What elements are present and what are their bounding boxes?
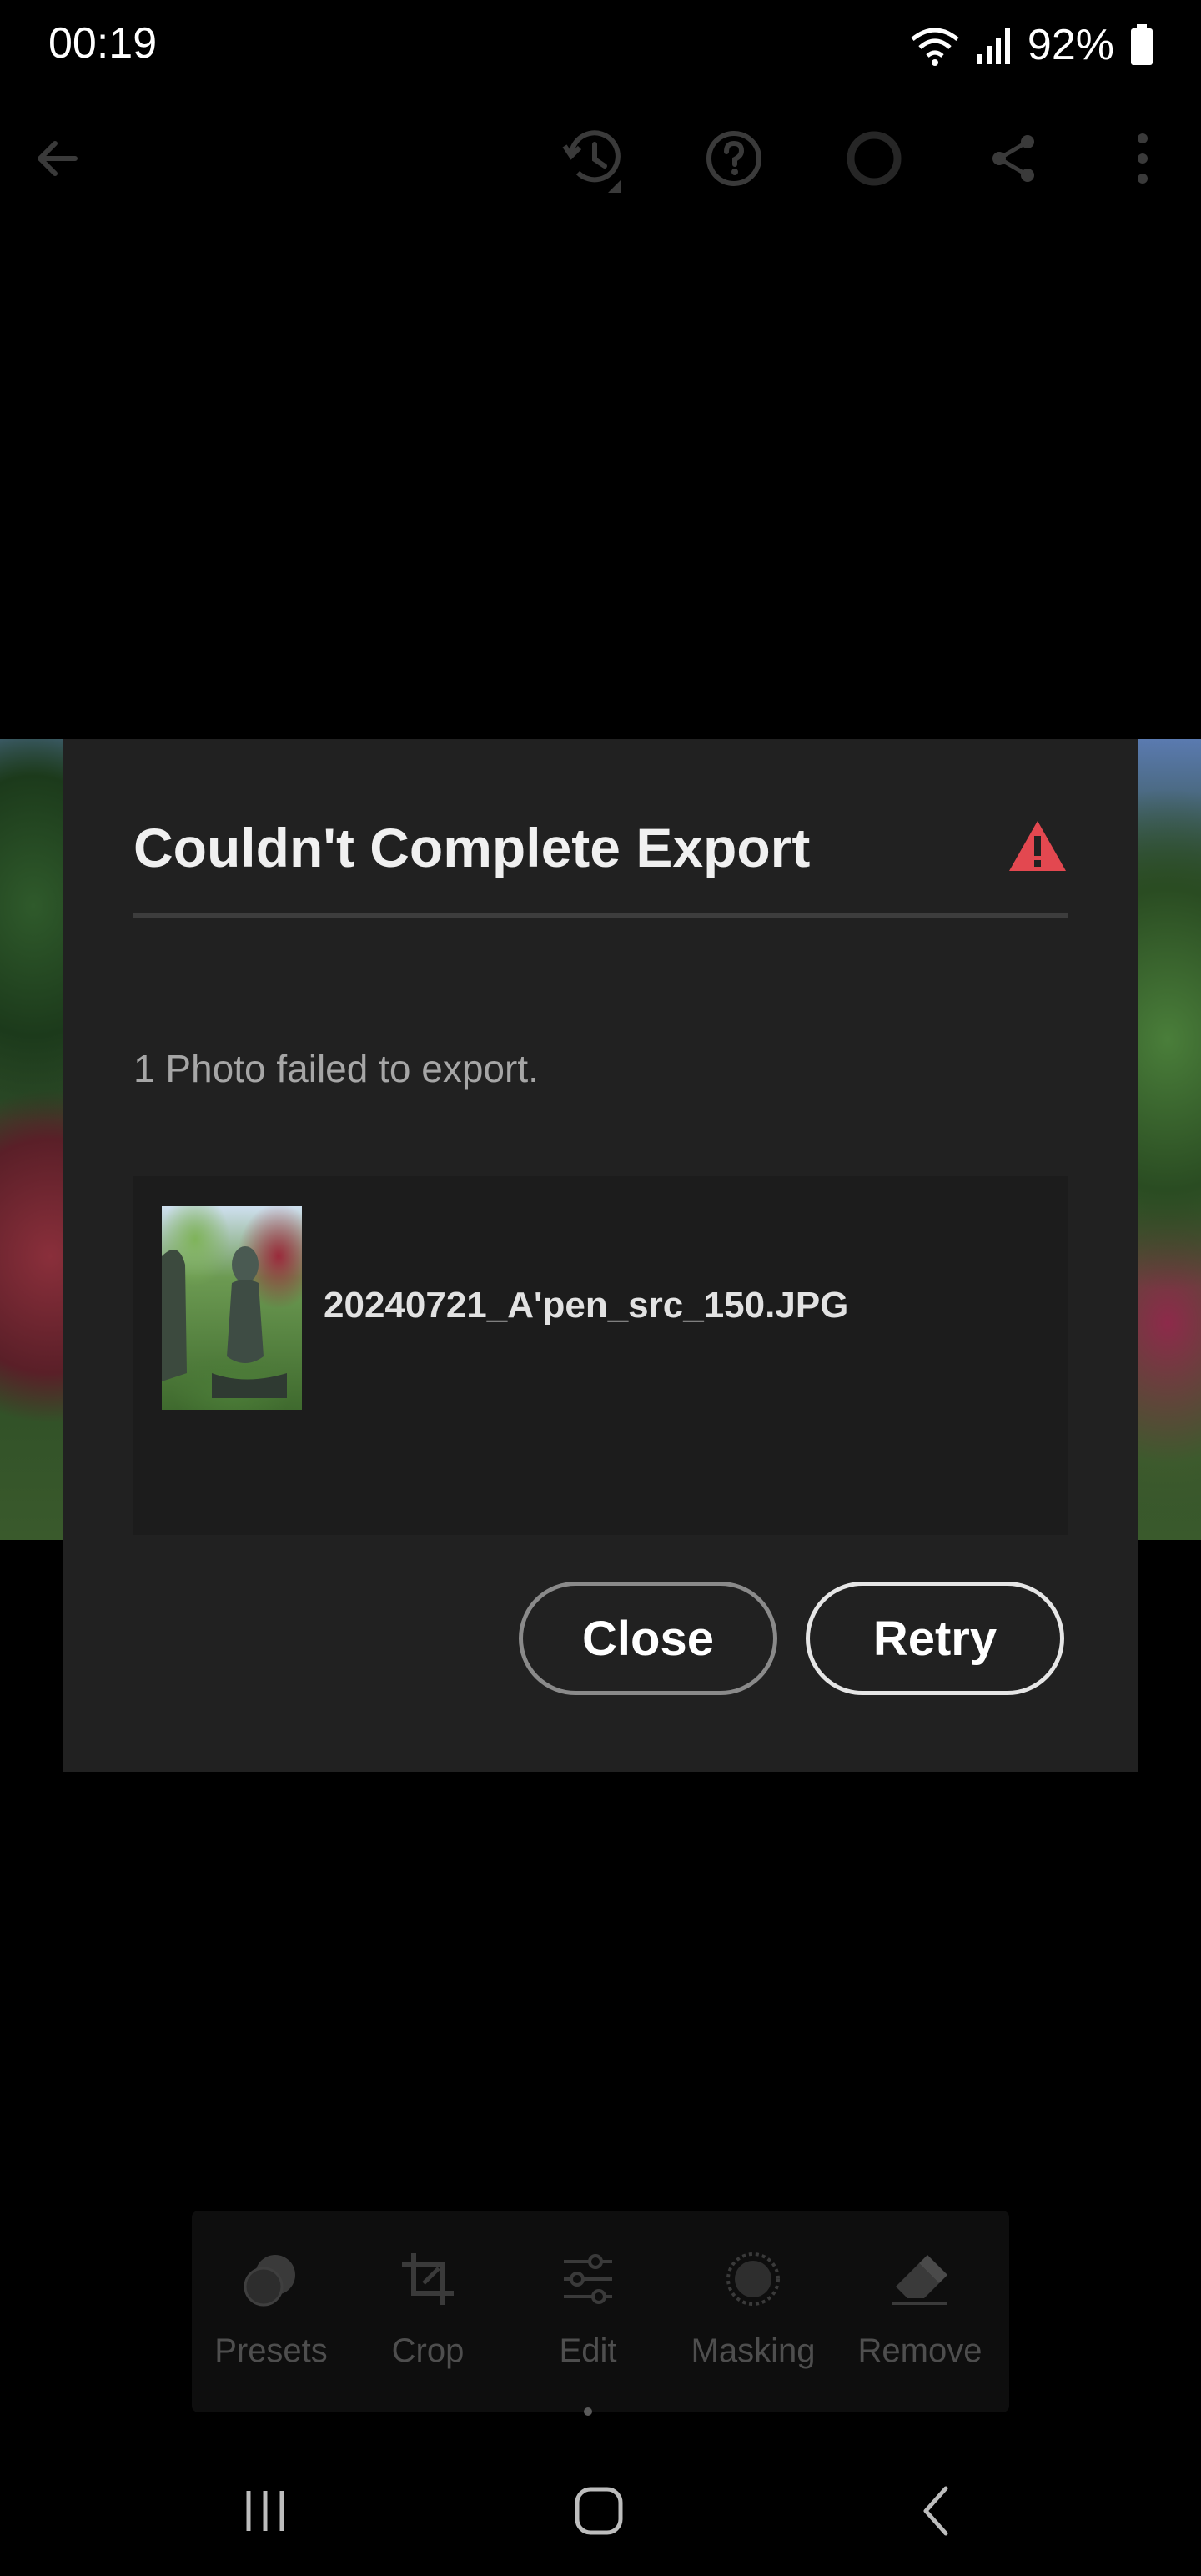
presets-icon (192, 2246, 350, 2312)
history-icon[interactable] (544, 108, 644, 209)
dialog-message: 1 Photo failed to export. (133, 1047, 539, 1090)
eraser-icon (841, 2246, 999, 2312)
top-toolbar (0, 108, 1201, 209)
export-error-dialog: Couldn't Complete Export 1 Photo failed … (63, 739, 1138, 1772)
dialog-title: Couldn't Complete Export (133, 817, 811, 878)
status-bar: 00:19 92% (0, 0, 1201, 92)
tool-crop[interactable]: Crop (349, 2211, 507, 2412)
tool-masking[interactable]: Masking (674, 2211, 832, 2412)
back-arrow-icon[interactable] (7, 108, 107, 209)
file-name: 20240721_A'pen_src_150.JPG (324, 1285, 849, 1326)
crop-icon (349, 2246, 507, 2312)
share-icon[interactable] (964, 108, 1064, 209)
help-icon[interactable] (684, 108, 784, 209)
wifi-icon (911, 28, 959, 66)
status-time: 00:19 (48, 19, 158, 68)
battery-percent: 92% (1027, 21, 1114, 69)
more-vertical-icon[interactable] (1093, 108, 1193, 209)
tool-remove[interactable]: Remove (841, 2211, 999, 2412)
signal-icon (977, 28, 1010, 64)
recents-icon[interactable] (215, 2478, 315, 2544)
tool-label: Crop (391, 2332, 465, 2369)
tool-label: Remove (857, 2332, 982, 2369)
title-divider (133, 913, 1068, 918)
file-thumbnail (162, 1206, 302, 1410)
tool-label: Presets (214, 2332, 328, 2369)
failed-file-list: 20240721_A'pen_src_150.JPG (133, 1176, 1068, 1535)
masking-icon (674, 2246, 832, 2312)
close-button[interactable]: Close (519, 1582, 777, 1695)
battery-icon (1131, 24, 1153, 65)
warning-icon (1009, 821, 1066, 871)
edit-sliders-icon (509, 2246, 667, 2312)
home-icon[interactable] (549, 2478, 649, 2544)
retry-button[interactable]: Retry (806, 1582, 1064, 1695)
system-nav-bar (0, 2453, 1201, 2576)
edit-tools-bar: Presets Crop Edit Masking Remove (192, 2211, 1009, 2412)
status-icons: 92% (909, 18, 1154, 72)
tool-edit[interactable]: Edit (509, 2211, 667, 2412)
tool-label: Masking (691, 2332, 816, 2369)
sync-progress-icon (824, 108, 924, 209)
back-icon[interactable] (886, 2478, 986, 2544)
tools-scroll-indicator (584, 2407, 592, 2416)
tool-label: Edit (559, 2332, 617, 2369)
tool-presets[interactable]: Presets (192, 2211, 350, 2412)
